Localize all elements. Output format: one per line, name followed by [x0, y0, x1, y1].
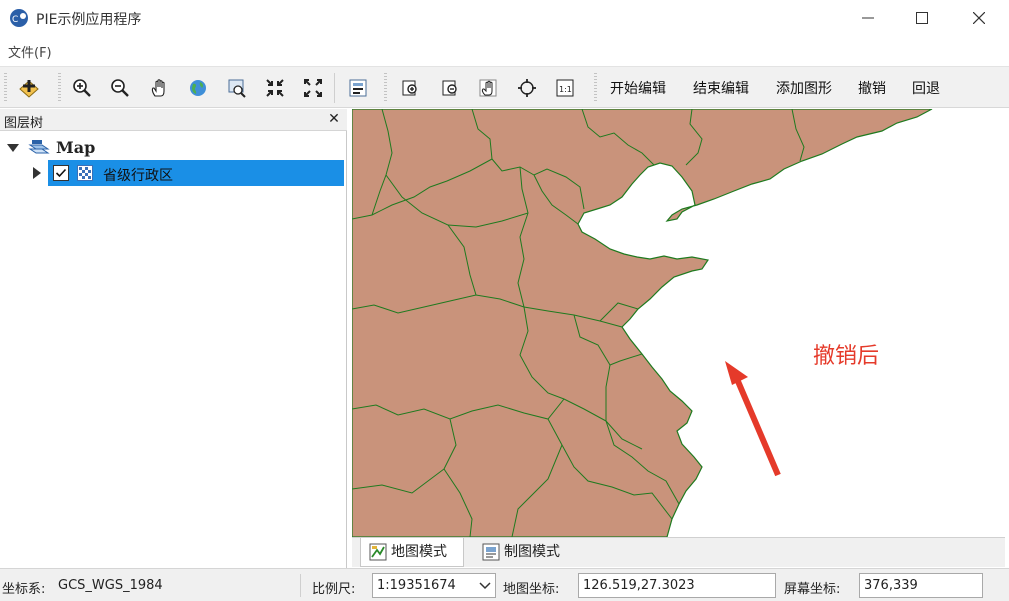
full-extent-button[interactable]: [184, 74, 212, 102]
map-mode-icon: [369, 543, 387, 561]
polygon-layer-icon: [77, 165, 93, 181]
map-icon: [28, 140, 50, 154]
svg-text:C: C: [12, 15, 18, 25]
maximize-icon: [916, 12, 928, 24]
mode-tabs: 地图模式 制图模式: [352, 537, 1005, 567]
chevron-down-icon[interactable]: [477, 577, 493, 593]
start-editing-button[interactable]: 开始编辑: [610, 78, 666, 98]
layer-visibility-checkbox[interactable]: [53, 165, 69, 181]
map-annotation-text: 撤销后: [813, 344, 880, 369]
layout-icon: [349, 79, 367, 97]
scale-label: 比例尺:: [312, 582, 356, 597]
map-drawing: [352, 109, 933, 537]
screen-coord-label: 屏幕坐标:: [784, 582, 841, 597]
tab-layout-mode-label: 制图模式: [504, 544, 560, 560]
zoom-fixed-in-button[interactable]: [261, 74, 289, 102]
globe-full-extent-icon: [190, 80, 206, 96]
svg-text:1:1: 1:1: [559, 85, 572, 94]
next-extent-button[interactable]: [436, 74, 464, 102]
layer-label: 省级行政区: [103, 168, 173, 184]
pan-button[interactable]: [145, 74, 173, 102]
add-data-button[interactable]: [15, 74, 43, 102]
zoom-out-button[interactable]: [106, 74, 134, 102]
screen-coord-field: 376,339: [859, 573, 983, 598]
zoom-out-icon: [111, 79, 129, 97]
layout-pan-icon: [479, 79, 497, 97]
undo-button[interactable]: 撤销: [858, 78, 886, 98]
tab-map-mode-label: 地图模式: [391, 544, 447, 560]
title-bar: C PIE示例应用程序: [0, 0, 1009, 36]
previous-extent-icon: [402, 80, 417, 96]
layout-full-button[interactable]: [513, 74, 541, 102]
close-button[interactable]: [955, 0, 1003, 36]
zoom-in-button[interactable]: [68, 74, 96, 102]
crs-value: GCS_WGS_1984: [58, 578, 163, 593]
toolbar-separator: [334, 73, 335, 103]
toolbar: 1:1 开始编辑 结束编辑 添加图形 撤销 回退: [0, 66, 1009, 108]
layer-tree-close-button[interactable]: ✕: [325, 110, 343, 128]
next-extent-icon: [442, 80, 457, 96]
crs-label: 坐标系:: [2, 582, 46, 597]
app-window: C PIE示例应用程序 文件(F) 1:1 开始编辑 结束编辑 添加图形 撤销 …: [0, 0, 1009, 601]
layer-tree-title: 图层树: [4, 116, 44, 131]
scale-value: 1:19351674: [377, 578, 456, 593]
map-coord-value: 126.519,27.3023: [583, 578, 695, 593]
zoom-fixed-in-icon: [266, 79, 284, 97]
previous-extent-button[interactable]: [396, 74, 424, 102]
pan-hand-icon: [151, 79, 165, 97]
tree-node-layer[interactable]: 省级行政区: [0, 160, 347, 186]
layout-one-to-one-icon: 1:1: [556, 79, 574, 97]
close-icon: ✕: [328, 111, 340, 127]
menu-file[interactable]: 文件(F): [8, 42, 52, 61]
layout-button[interactable]: [344, 74, 372, 102]
layer-tree-header: 图层树 ✕: [0, 109, 347, 131]
tab-map-mode[interactable]: 地图模式: [360, 538, 464, 567]
layout-one-to-one-button[interactable]: 1:1: [551, 74, 579, 102]
zoom-fixed-out-icon: [304, 79, 322, 97]
close-icon: [973, 12, 985, 24]
caret-right-icon[interactable]: [30, 166, 44, 180]
zoom-in-icon: [73, 79, 91, 97]
tree-node-map[interactable]: Map: [0, 136, 347, 160]
toolbar-grip[interactable]: [4, 73, 7, 103]
toolbar-grip[interactable]: [384, 73, 387, 103]
annotation-arrow: [725, 361, 781, 477]
toolbar-grip[interactable]: [594, 73, 597, 103]
layout-mode-icon: [482, 543, 500, 561]
status-bar: 坐标系: GCS_WGS_1984 比例尺: 1:19351674 地图坐标: …: [0, 568, 1009, 601]
add-graphic-button[interactable]: 添加图形: [776, 78, 832, 98]
stop-editing-button[interactable]: 结束编辑: [693, 78, 749, 98]
app-logo-icon: C: [10, 9, 28, 27]
toolbar-grip[interactable]: [58, 73, 61, 103]
tab-layout-mode[interactable]: 制图模式: [474, 538, 578, 567]
minimize-icon: [862, 17, 874, 19]
tree-root-label: Map: [56, 138, 96, 157]
identify-button[interactable]: [223, 74, 251, 102]
minimize-button[interactable]: [844, 0, 892, 36]
map-coord-label: 地图坐标:: [503, 582, 560, 597]
layout-pan-button[interactable]: [474, 74, 502, 102]
map-canvas[interactable]: 撤销后: [352, 109, 1005, 537]
menu-bar: 文件(F): [0, 36, 1009, 64]
layer-tree-panel: 图层树 ✕ Map 省级行政区: [0, 109, 347, 569]
window-title: PIE示例应用程序: [36, 12, 142, 28]
identify-icon: [228, 79, 246, 98]
maximize-button[interactable]: [898, 0, 946, 36]
redo-button[interactable]: 回退: [912, 78, 940, 98]
screen-coord-value: 376,339: [864, 578, 918, 593]
status-divider: [300, 574, 301, 597]
caret-down-icon[interactable]: [6, 141, 20, 155]
checkmark-icon: [55, 168, 67, 178]
add-data-icon: [19, 80, 39, 98]
map-coord-field: 126.519,27.3023: [578, 573, 776, 598]
layout-full-icon: [518, 79, 536, 97]
scale-combobox[interactable]: 1:19351674: [372, 573, 496, 598]
zoom-fixed-out-button[interactable]: [299, 74, 327, 102]
